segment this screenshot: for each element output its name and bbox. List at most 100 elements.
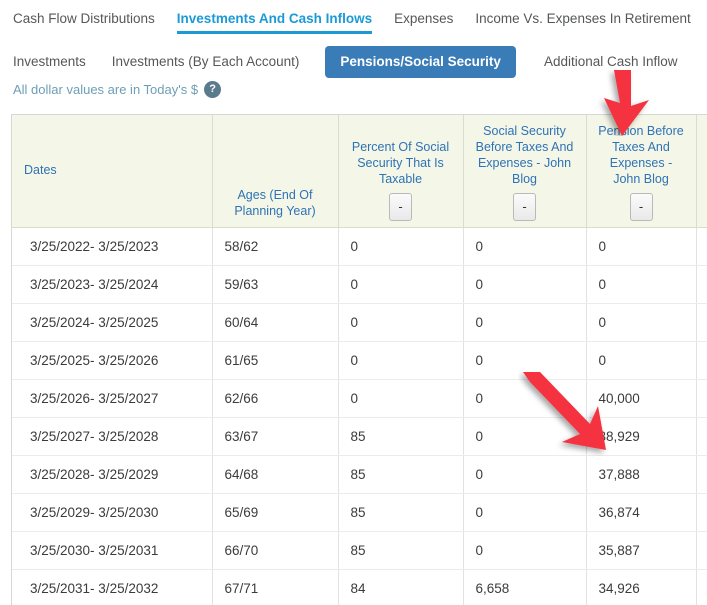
cell-overflow [696,531,707,570]
cell-dates: 3/25/2031- 3/25/2032 [12,569,213,605]
table-row[interactable]: 3/25/2028- 3/25/2029 64/68 85 0 37,888 [12,455,707,494]
cell-dates: 3/25/2022- 3/25/2023 [12,227,213,266]
table-row[interactable]: 3/25/2026- 3/25/2027 62/66 0 0 40,000 [12,379,707,418]
subtab-label: Additional Cash Inflow [543,54,678,69]
cell-pension: 35,887 [586,531,697,570]
column-header-label: Social Security Before Taxes And Expense… [475,123,574,186]
column-header-label: Pension Before Taxes And Expenses - John… [598,123,684,186]
tab-label: Income Vs. Expenses In Retirement [475,11,691,26]
cell-pension: 0 [586,303,697,342]
tab-investments-and-cash-inflows[interactable]: Investments And Cash Inflows [176,10,373,34]
cell-pension: 0 [586,341,697,380]
cell-ages: 63/67 [212,417,339,456]
cell-ages: 64/68 [212,455,339,494]
table-row[interactable]: 3/25/2022- 3/25/2023 58/62 0 0 0 [12,227,707,266]
table-row[interactable]: 3/25/2030- 3/25/2031 66/70 85 0 35,887 [12,531,707,570]
cell-ss: 0 [463,417,587,456]
currency-note: All dollar values are in Today's $ ? [13,81,222,98]
cell-ages: 67/71 [212,569,339,605]
subtab-label: Investments (By Each Account) [111,54,300,69]
cell-pension: 36,874 [586,493,697,532]
tab-label: Expenses [394,11,454,26]
cell-pension: 0 [586,265,697,304]
projection-table-container: Dates Ages (End Of Planning Year) Percen… [11,114,707,605]
column-header-content: Pension Before Taxes And Expenses - John… [595,119,688,221]
cell-overflow [696,493,707,532]
secondary-tab-bar: Investments Investments (By Each Account… [0,45,707,79]
cell-pct: 0 [338,227,464,266]
cell-ss: 0 [463,379,587,418]
cell-ages: 61/65 [212,341,339,380]
cell-overflow [696,455,707,494]
question-mark-icon[interactable]: ? [204,81,222,98]
cell-ss: 0 [463,341,587,380]
cell-ss: 0 [463,303,587,342]
cell-pension: 34,926 [586,569,697,605]
cell-overflow [696,265,707,304]
cell-pension: 0 [586,227,697,266]
cell-pct: 85 [338,455,464,494]
column-header-label: Dates [24,162,57,177]
table-row[interactable]: 3/25/2029- 3/25/2030 65/69 85 0 36,874 [12,493,707,532]
projection-table: Dates Ages (End Of Planning Year) Percen… [12,115,707,605]
cell-pct: 0 [338,303,464,342]
table-row[interactable]: 3/25/2027- 3/25/2028 63/67 85 0 38,929 [12,417,707,456]
table-row[interactable]: 3/25/2023- 3/25/2024 59/63 0 0 0 [12,265,707,304]
subtab-investments[interactable]: Investments [13,54,86,70]
cell-dates: 3/25/2028- 3/25/2029 [12,455,213,494]
collapse-column-button[interactable]: - [389,192,412,221]
column-header-social-security-before-taxes[interactable]: Social Security Before Taxes And Expense… [463,115,587,228]
table-row[interactable]: 3/25/2025- 3/25/2026 61/65 0 0 0 [12,341,707,380]
cell-pension: 37,888 [586,455,697,494]
tab-label: Investments And Cash Inflows [176,11,373,26]
column-header-pension-before-taxes[interactable]: Pension Before Taxes And Expenses - John… [586,115,697,228]
column-header-label: Ages (End Of Planning Year) [234,187,316,218]
subtab-pensions-social-security[interactable]: Pensions/Social Security [325,46,516,78]
cell-pension: 38,929 [586,417,697,456]
cell-pct: 0 [338,379,464,418]
column-header-dates[interactable]: Dates [12,115,213,228]
column-header-content: Social Security Before Taxes And Expense… [472,119,578,221]
cell-pct: 84 [338,569,464,605]
column-header-content: Percent Of Social Security That Is Taxab… [347,119,455,221]
tab-income-vs-expenses-in-retirement[interactable]: Income Vs. Expenses In Retirement [475,10,690,34]
cell-ages: 65/69 [212,493,339,532]
cell-pct: 0 [338,341,464,380]
cell-ages: 58/62 [212,227,339,266]
collapse-column-button[interactable]: - [629,192,653,221]
subtab-label: Investments [13,54,86,69]
cell-ss: 0 [463,265,587,304]
cell-pct: 0 [338,265,464,304]
cell-dates: 3/25/2025- 3/25/2026 [12,341,213,380]
subtab-investments-by-each-account[interactable]: Investments (By Each Account) [112,54,300,70]
cell-ss: 0 [463,227,587,266]
table-row[interactable]: 3/25/2031- 3/25/2032 67/71 84 6,658 34,926 [12,569,707,605]
cell-ages: 59/63 [212,265,339,304]
cell-pct: 85 [338,417,464,456]
cell-overflow [696,417,707,456]
subtab-label: Pensions/Social Security [340,54,501,69]
collapse-column-button[interactable]: - [513,192,536,221]
column-header-ages[interactable]: Ages (End Of Planning Year) [212,115,339,228]
tab-cash-flow-distributions[interactable]: Cash Flow Distributions [13,10,155,34]
column-header-percent-social-security-taxable[interactable]: Percent Of Social Security That Is Taxab… [338,115,464,228]
table-header: Dates Ages (End Of Planning Year) Percen… [12,115,707,228]
cell-ages: 62/66 [212,379,339,418]
cell-overflow [696,569,707,605]
cell-pct: 85 [338,531,464,570]
cell-dates: 3/25/2023- 3/25/2024 [12,265,213,304]
cell-overflow [696,341,707,380]
cell-dates: 3/25/2029- 3/25/2030 [12,493,213,532]
cell-overflow [696,227,707,266]
cell-overflow [696,303,707,342]
app-root: Cash Flow Distributions Investments And … [0,0,707,605]
column-header-overflow [696,115,707,228]
primary-tab-bar: Cash Flow Distributions Investments And … [0,0,707,38]
cell-ages: 66/70 [212,531,339,570]
subtab-additional-cash-inflow[interactable]: Additional Cash Inflow [544,54,678,70]
table-row[interactable]: 3/25/2024- 3/25/2025 60/64 0 0 0 [12,303,707,342]
cell-overflow [696,379,707,418]
tab-expenses[interactable]: Expenses [394,10,453,34]
column-header-label: Percent Of Social Security That Is Taxab… [351,139,450,186]
cell-dates: 3/25/2024- 3/25/2025 [12,303,213,342]
